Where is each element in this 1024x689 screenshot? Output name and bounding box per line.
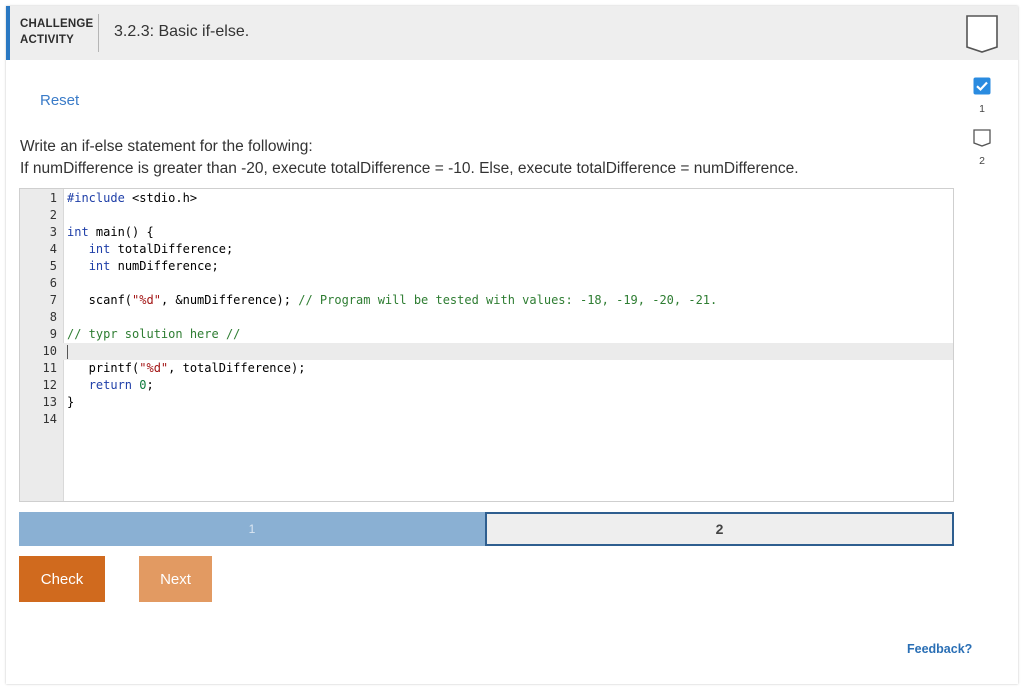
next-button[interactable]: Next	[139, 556, 212, 602]
check-button[interactable]: Check	[19, 556, 105, 602]
header-divider	[98, 14, 99, 52]
level-progress-bar: 1 2	[19, 512, 954, 546]
code-line[interactable]: 6	[20, 275, 953, 292]
challenge-activity-card: CHALLENGE ACTIVITY 3.2.3: Basic if-else.…	[6, 6, 1018, 684]
reset-link[interactable]: Reset	[40, 92, 79, 109]
instructions-line-2: If numDifference is greater than -20, ex…	[20, 160, 799, 177]
line-number: 14	[42, 412, 57, 426]
line-number: 9	[49, 327, 57, 341]
code-line[interactable]: 8	[20, 309, 953, 326]
header-accent-bar	[6, 6, 10, 60]
code-text[interactable]: int numDifference;	[67, 258, 219, 275]
line-number: 3	[49, 225, 57, 239]
code-line[interactable]: 5 int numDifference;	[20, 258, 953, 275]
line-number: 11	[42, 361, 57, 375]
code-line[interactable]: 7 scanf("%d", &numDifference); // Progra…	[20, 292, 953, 309]
line-number: 2	[49, 208, 57, 222]
activity-title: 3.2.3: Basic if-else.	[114, 23, 250, 40]
code-text[interactable]: }	[67, 394, 74, 411]
text-cursor	[67, 345, 68, 359]
code-line[interactable]: 2	[20, 207, 953, 224]
code-text[interactable]: #include <stdio.h>	[67, 190, 197, 207]
code-line[interactable]: 3 int main() {	[20, 224, 953, 241]
feedback-link[interactable]: Feedback?	[907, 642, 972, 656]
progress-segment-1[interactable]: 1	[19, 512, 485, 546]
code-text[interactable]: printf("%d", totalDifference);	[67, 360, 306, 377]
line-number: 13	[42, 395, 57, 409]
empty-checkbox-icon	[973, 129, 991, 147]
level-2-label: 2	[979, 155, 985, 167]
line-number: 6	[49, 276, 57, 290]
activity-header: CHALLENGE ACTIVITY 3.2.3: Basic if-else.	[6, 6, 1018, 60]
code-text[interactable]: // typr solution here //	[67, 326, 240, 343]
line-number: 1	[49, 191, 57, 205]
level-1-label: 1	[979, 103, 985, 115]
code-line[interactable]: 14	[20, 411, 953, 428]
code-line[interactable]: 12 return 0;	[20, 377, 953, 394]
instructions: Write an if-else statement for the follo…	[20, 136, 799, 180]
activity-type-line1: CHALLENGE	[20, 18, 94, 30]
code-line[interactable]: 9 // typr solution here //	[20, 326, 953, 343]
line-number: 4	[49, 242, 57, 256]
activity-type-label: CHALLENGE ACTIVITY	[20, 16, 100, 48]
line-number: 7	[49, 293, 57, 307]
bookmark-icon[interactable]	[965, 14, 999, 54]
code-editor[interactable]: 1 #include <stdio.h> 2 3 int main() { 4 …	[19, 188, 954, 502]
line-number: 8	[49, 310, 57, 324]
code-line[interactable]: 13 }	[20, 394, 953, 411]
line-number: 10	[42, 344, 57, 358]
code-text[interactable]: int main() {	[67, 224, 154, 241]
code-text[interactable]: int totalDifference;	[67, 241, 234, 258]
instructions-line-1: Write an if-else statement for the follo…	[20, 138, 313, 155]
progress-segment-2-current[interactable]: 2	[485, 512, 954, 546]
code-line[interactable]: 1 #include <stdio.h>	[20, 190, 953, 207]
code-text[interactable]: return 0;	[67, 377, 154, 394]
code-line-active[interactable]: 10	[20, 343, 953, 360]
code-text[interactable]: scanf("%d", &numDifference); // Program …	[67, 292, 718, 309]
line-number: 12	[42, 378, 57, 392]
code-line[interactable]: 11 printf("%d", totalDifference);	[20, 360, 953, 377]
line-number: 5	[49, 259, 57, 273]
activity-type-line2: ACTIVITY	[20, 34, 74, 46]
checkmark-icon	[973, 77, 991, 95]
code-line[interactable]: 4 int totalDifference;	[20, 241, 953, 258]
